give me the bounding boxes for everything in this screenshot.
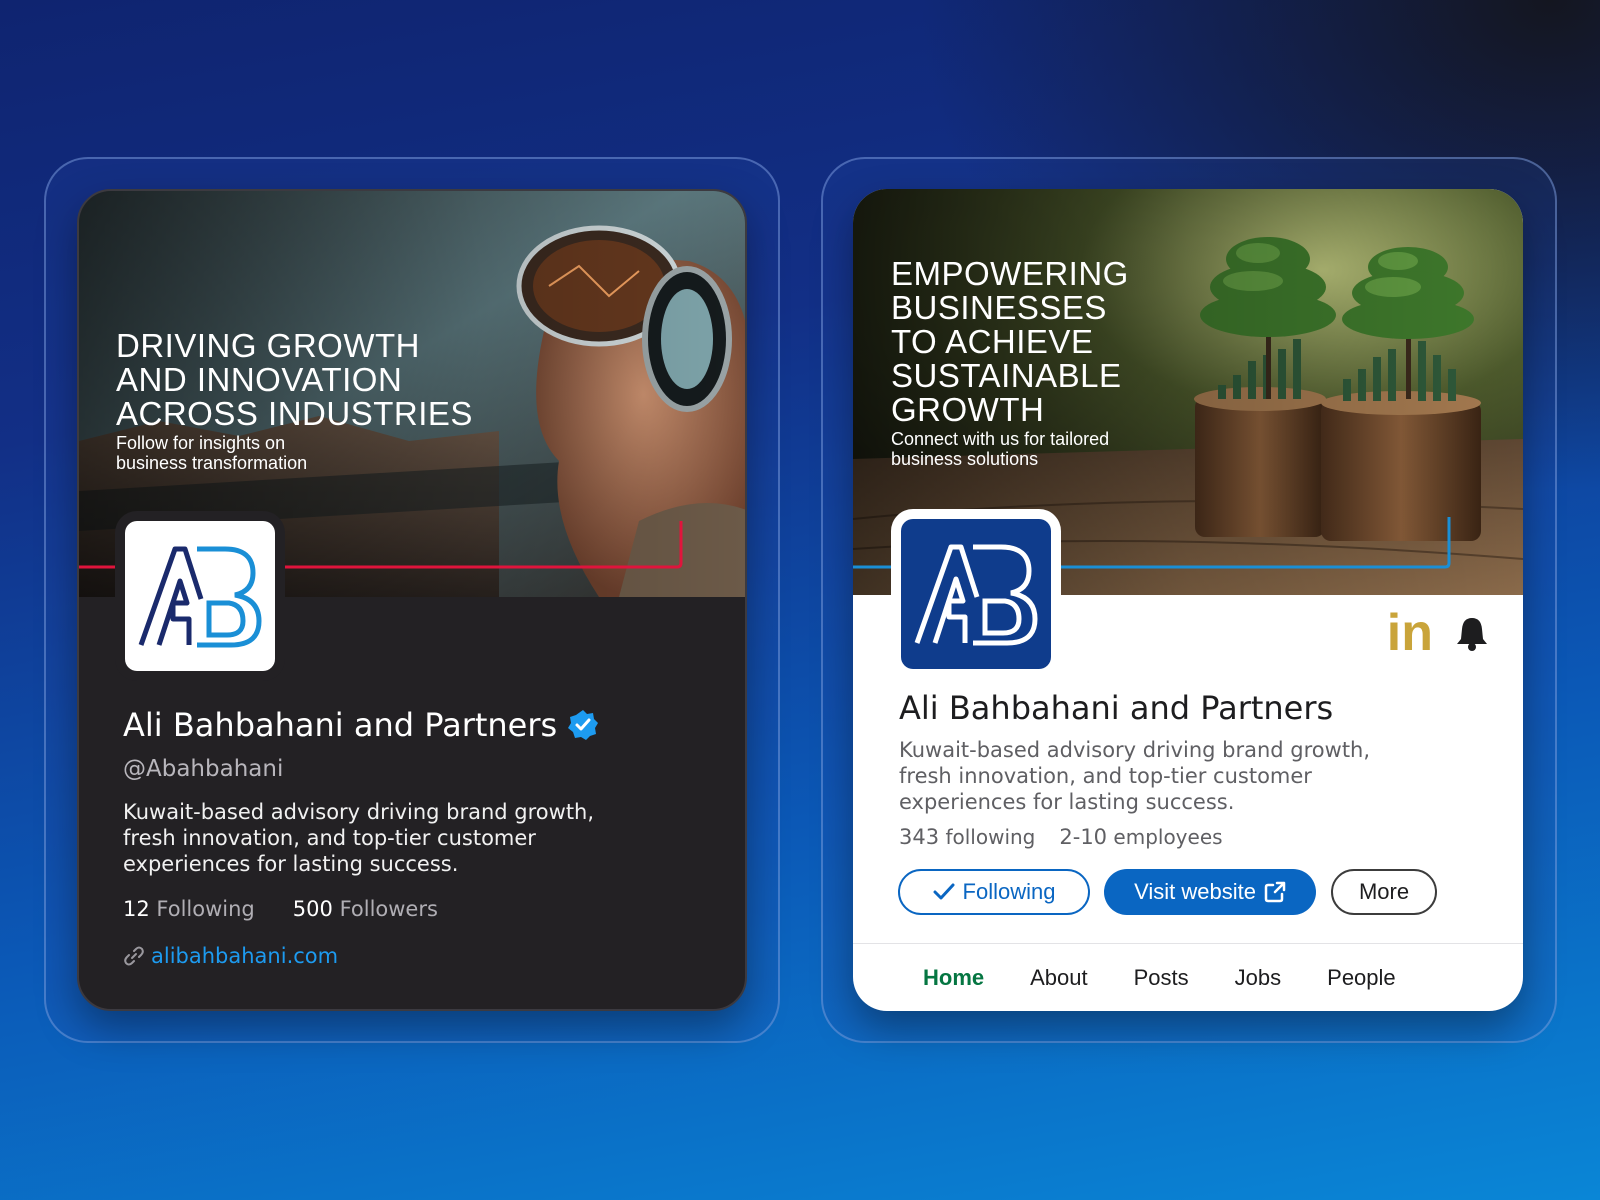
linkedin-banner-title: EMPOWERING BUSINESSES TO ACHIEVE SUSTAIN…	[891, 255, 1129, 428]
tab-jobs[interactable]: Jobs	[1235, 965, 1281, 991]
linkedin-header-icons: in	[1387, 607, 1489, 659]
more-button-label: More	[1358, 879, 1410, 904]
x-banner-title: DRIVING GROWTH AND INNOVATION ACROSS IND…	[116, 327, 473, 432]
x-website-text: alibahbahani.com	[151, 944, 339, 968]
linkedin-profile-card: EMPOWERING BUSINESSES TO ACHIEVE SUSTAIN…	[853, 189, 1523, 1011]
x-avatar-logo[interactable]	[125, 521, 275, 671]
x-following-stat[interactable]: 12 Following	[123, 897, 255, 921]
linkedin-employees-stat[interactable]: 2-10 employees	[1059, 825, 1222, 849]
visit-website-button[interactable]: Visit website	[1104, 869, 1316, 915]
x-followers-count: 500	[292, 897, 333, 921]
linkedin-following-label: following	[945, 825, 1036, 849]
tab-about[interactable]: About	[1030, 965, 1088, 991]
linkedin-banner-subtitle: Connect with us for tailored business so…	[891, 429, 1110, 469]
ab-logo-icon	[138, 546, 262, 648]
verified-badge-icon	[568, 710, 599, 740]
linkedin-profile-bio: Kuwait-based advisory driving brand grow…	[899, 738, 1371, 814]
x-profile-bio: Kuwait-based advisory driving brand grow…	[123, 800, 595, 876]
linkedin-tab-bar: Home About Posts Jobs People	[853, 944, 1523, 1011]
x-followers-stat[interactable]: 500 Followers	[293, 897, 438, 921]
tab-posts[interactable]: Posts	[1134, 965, 1189, 991]
link-icon	[124, 946, 144, 966]
linkedin-profile-stats: 343 following 2-10 employees	[899, 825, 1223, 849]
linkedin-profile-name: Ali Bahbahani and Partners	[899, 689, 1334, 727]
visit-website-label: Visit website	[1134, 879, 1256, 904]
linkedin-avatar-logo[interactable]	[901, 519, 1051, 669]
x-website-link[interactable]: alibahbahani.com	[123, 944, 338, 968]
linkedin-following-count: 343	[899, 825, 940, 849]
tab-home[interactable]: Home	[923, 965, 984, 991]
checkmark-icon	[933, 883, 955, 900]
ab-logo-icon	[914, 544, 1038, 646]
tab-people[interactable]: People	[1327, 965, 1396, 991]
x-profile-name: Ali Bahbahani and Partners	[123, 706, 599, 744]
x-banner-subtitle: Follow for insights on business transfor…	[116, 433, 308, 473]
x-profile-card: DRIVING GROWTH AND INNOVATION ACROSS IND…	[77, 189, 747, 1011]
external-link-icon	[1264, 881, 1286, 903]
x-profile-stats: 12 Following 500 Followers	[123, 897, 438, 921]
following-button-label: Following	[962, 879, 1056, 904]
x-followers-label: Followers	[339, 897, 438, 921]
x-following-label: Following	[156, 897, 255, 921]
x-name-text: Ali Bahbahani and Partners	[123, 706, 558, 744]
linkedin-following-stat[interactable]: 343 following	[899, 825, 1035, 849]
more-button[interactable]: More	[1331, 869, 1437, 915]
bell-icon[interactable]	[1455, 615, 1489, 651]
x-profile-handle: @Abahbahani	[123, 756, 284, 782]
linkedin-employees-count: 2-10	[1059, 825, 1108, 849]
x-following-count: 12	[123, 897, 150, 921]
linkedin-logo-icon: in	[1386, 604, 1433, 662]
linkedin-employees-label: employees	[1113, 825, 1223, 849]
following-button[interactable]: Following	[898, 869, 1090, 915]
